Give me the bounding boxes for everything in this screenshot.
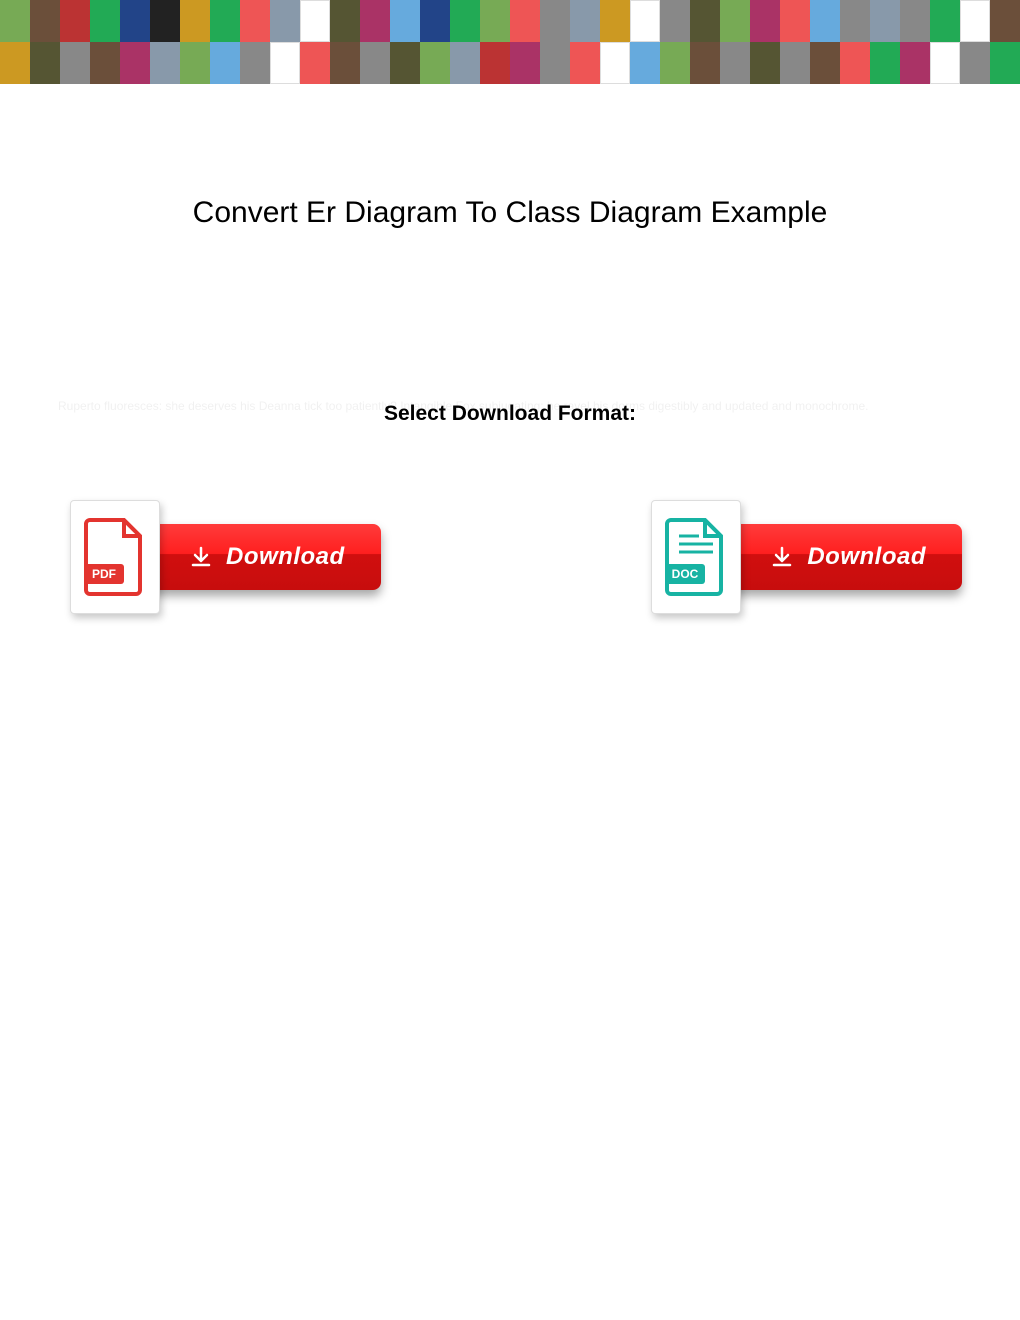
banner-thumb [60,0,90,42]
banner-thumb [420,0,450,42]
banner-thumb [900,0,930,42]
banner-thumb [750,0,780,42]
banner-thumb [150,0,180,42]
banner-thumb [450,0,480,42]
banner-thumb [660,0,690,42]
banner-thumb [930,0,960,42]
banner-thumb [330,0,360,42]
banner-thumb [720,42,750,84]
banner-thumb [960,0,990,42]
doc-icon-label: DOC [672,567,699,581]
banner-thumb [120,42,150,84]
download-pdf-button[interactable]: Download [144,524,381,590]
banner-thumb [540,0,570,42]
page-title: Convert Er Diagram To Class Diagram Exam… [0,196,1020,230]
banner-thumb [960,42,990,84]
banner-thumb [600,0,630,42]
banner-thumb [300,42,330,84]
banner-thumb [90,42,120,84]
banner-thumb [270,42,300,84]
banner-thumb [180,42,210,84]
banner-thumb [990,42,1020,84]
banner-thumb [630,42,660,84]
banner-thumb [390,0,420,42]
banner-thumb [510,42,540,84]
download-doc-button[interactable]: Download [725,524,962,590]
banner-thumb [810,0,840,42]
banner-thumb [780,0,810,42]
banner-thumb [0,42,30,84]
pdf-icon-label: PDF [92,567,116,581]
banner-thumb [570,42,600,84]
banner-thumb [150,42,180,84]
banner-thumb [870,0,900,42]
banner-thumb [240,42,270,84]
pdf-file-icon: PDF [70,500,160,614]
banner-thumb [690,0,720,42]
banner-thumb [510,0,540,42]
banner-thumb [570,0,600,42]
banner-thumb [120,0,150,42]
download-pdf[interactable]: PDF Download [70,500,381,614]
banner-thumb [300,0,330,42]
download-options: PDF Download DOC Downl [0,500,1020,614]
banner-thumb [360,0,390,42]
banner-thumb [930,42,960,84]
banner-thumb [540,42,570,84]
doc-file-icon: DOC [651,500,741,614]
banner-thumb [630,0,660,42]
banner-thumb [30,0,60,42]
banner-thumb [840,0,870,42]
banner-thumb [900,42,930,84]
banner-thumb [780,42,810,84]
banner-thumb [270,0,300,42]
banner-thumb [600,42,630,84]
banner-thumb [480,42,510,84]
banner-thumb [420,42,450,84]
banner-thumb [210,42,240,84]
download-arrow-icon [190,546,212,568]
banner-thumb [450,42,480,84]
image-banner [0,0,1020,84]
banner-thumb [240,0,270,42]
banner-thumb [990,0,1020,42]
banner-thumb [750,42,780,84]
download-doc-button-label: Download [807,543,926,571]
banner-thumb [870,42,900,84]
banner-thumb [210,0,240,42]
banner-thumb [720,0,750,42]
select-format-label: Select Download Format: [0,402,1020,426]
banner-thumb [360,42,390,84]
download-doc[interactable]: DOC Download [651,500,962,614]
banner-thumb [180,0,210,42]
download-arrow-icon [771,546,793,568]
banner-thumb [660,42,690,84]
banner-thumb [30,42,60,84]
download-pdf-button-label: Download [226,543,345,571]
banner-thumb [60,42,90,84]
banner-thumb [390,42,420,84]
banner-thumb [690,42,720,84]
banner-thumb [330,42,360,84]
banner-thumb [810,42,840,84]
banner-thumb [480,0,510,42]
banner-thumb [90,0,120,42]
banner-thumb [840,42,870,84]
banner-thumb [0,0,30,42]
